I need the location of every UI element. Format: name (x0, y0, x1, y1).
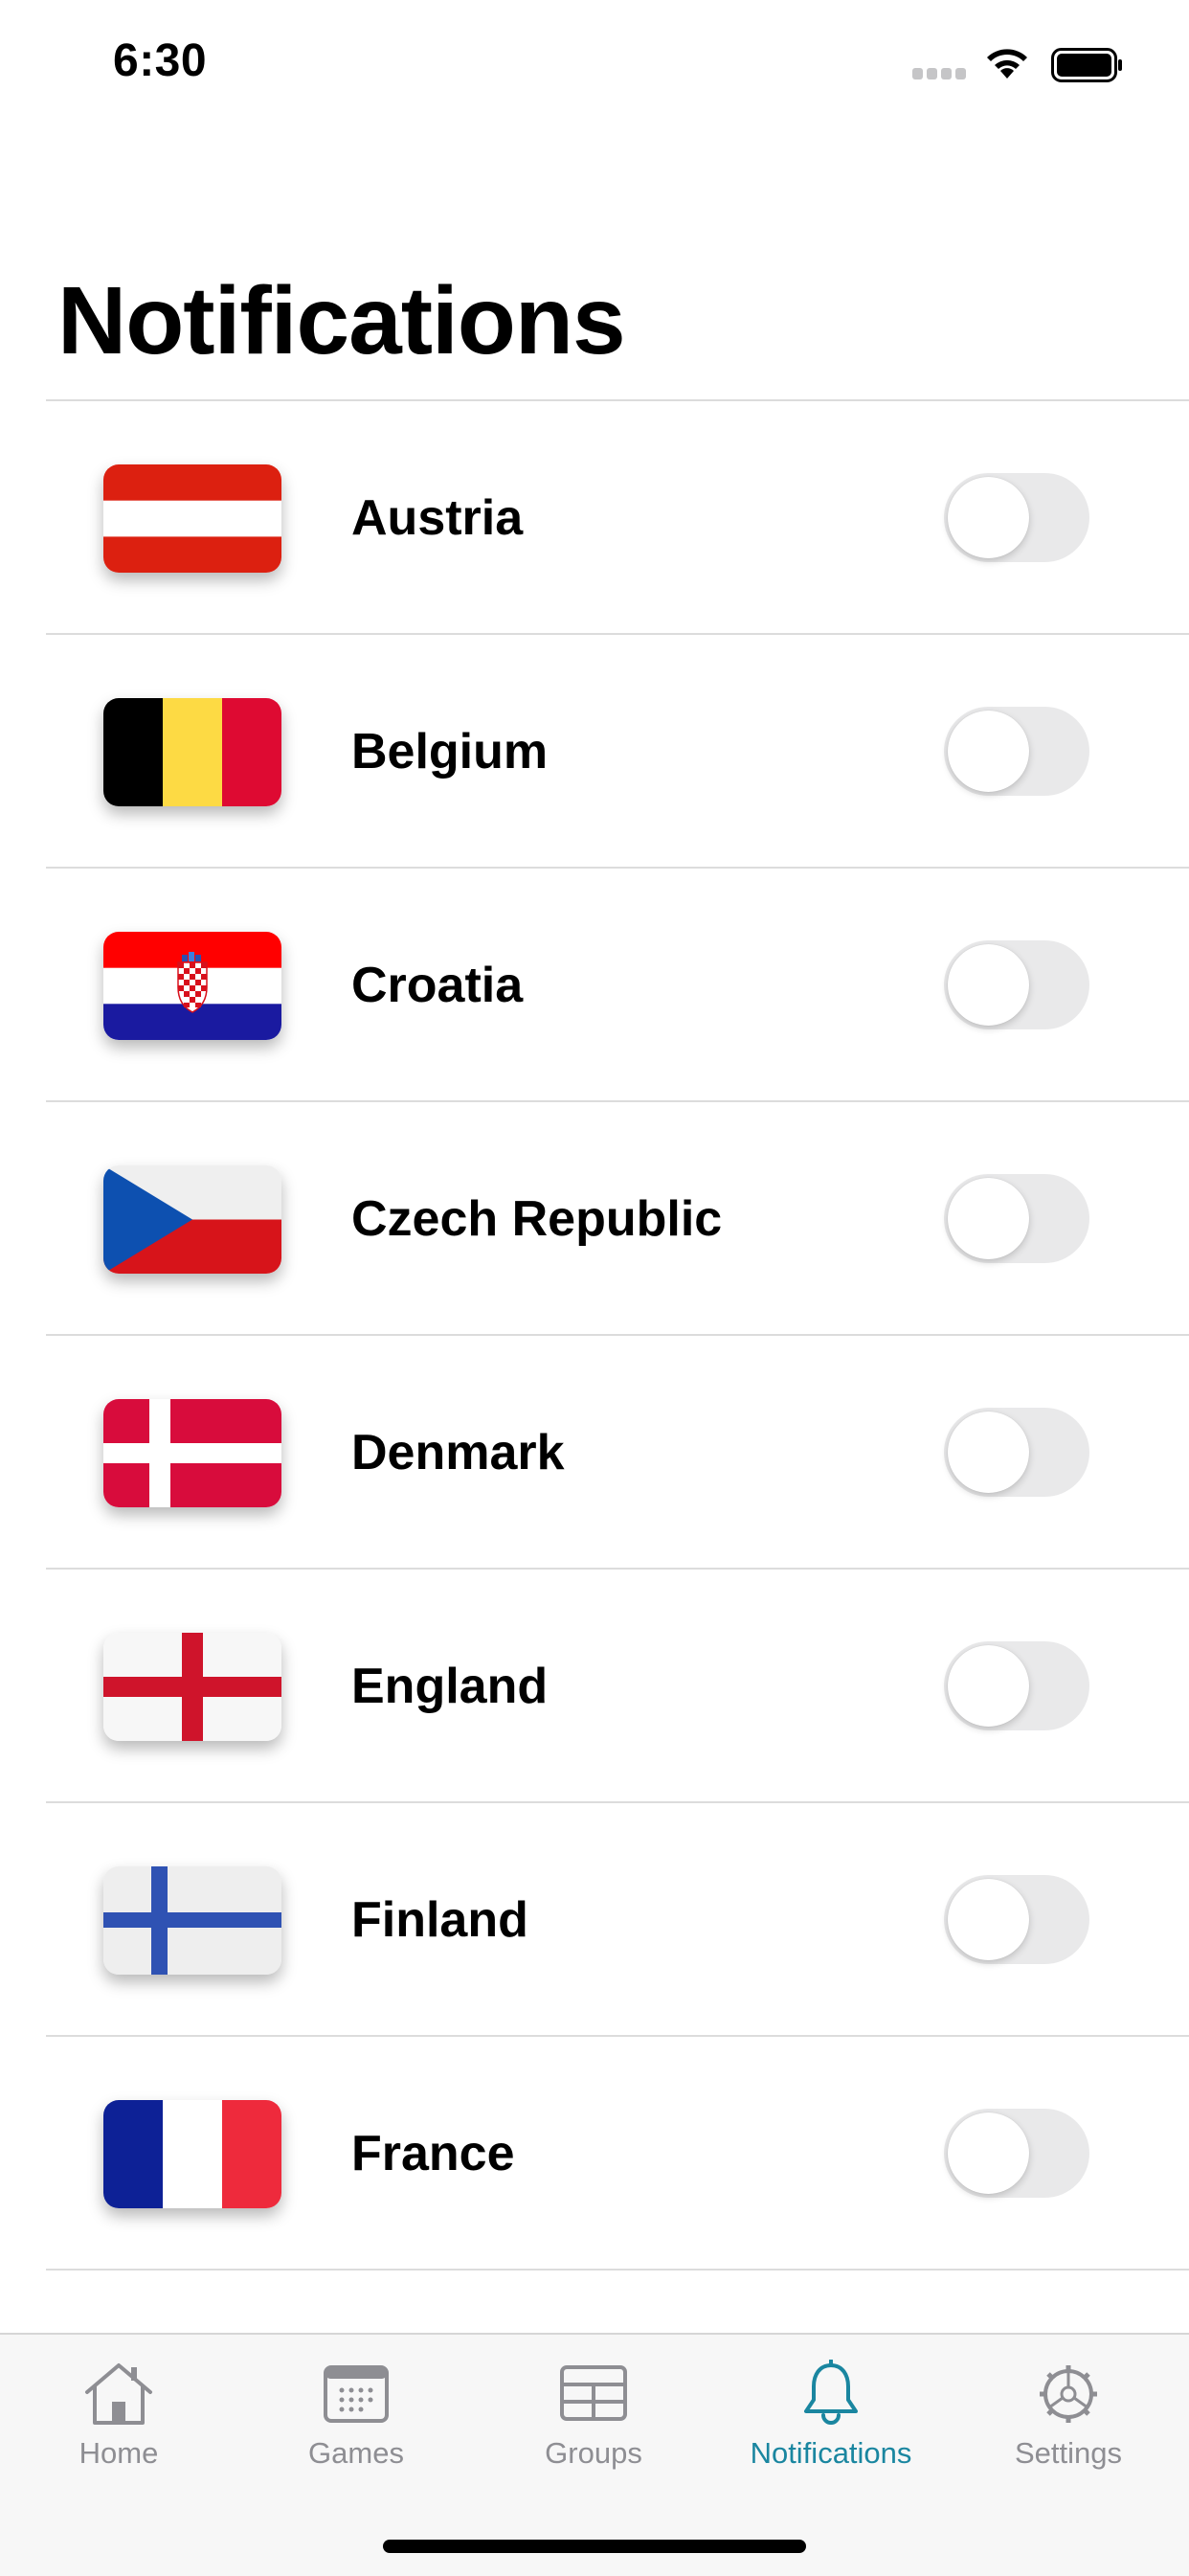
country-name: Austria (351, 490, 524, 546)
home-indicator (383, 2540, 806, 2553)
status-time: 6:30 (113, 35, 208, 86)
country-name: France (351, 2126, 515, 2181)
cellular-signal-icon (912, 68, 968, 79)
tab-label: Games (308, 2436, 404, 2470)
tab-settings[interactable]: Settings (950, 2335, 1187, 2478)
croatia-flag-icon (103, 932, 281, 1040)
toggle-knob (948, 1645, 1029, 1727)
finland-flag-icon (103, 1866, 281, 1975)
country-name: Finland (351, 1892, 528, 1948)
notification-toggle-england[interactable] (944, 1641, 1089, 1730)
country-name: Czech Republic (351, 1191, 723, 1247)
toggle-knob (948, 1178, 1029, 1259)
toggle-knob (948, 1879, 1029, 1960)
bell-icon (804, 2360, 858, 2425)
toggle-knob (948, 944, 1029, 1026)
austria-flag-icon (103, 464, 281, 573)
country-name: England (351, 1659, 549, 1714)
country-row-england: England (0, 1570, 1189, 1803)
country-row-czech-republic: Czech Republic (0, 1102, 1189, 1336)
calendar-icon (324, 2365, 389, 2423)
toggle-knob (948, 1412, 1029, 1493)
france-flag-icon (103, 2100, 281, 2208)
country-row-finland: Finland (0, 1803, 1189, 2037)
notification-toggle-belgium[interactable] (944, 707, 1089, 796)
tab-label: Home (79, 2436, 159, 2470)
tab-label: Groups (545, 2436, 642, 2470)
tab-label: Notifications (750, 2436, 912, 2470)
country-name: Belgium (351, 724, 549, 780)
tab-label: Settings (1014, 2436, 1122, 2470)
tab-home[interactable]: Home (0, 2335, 237, 2478)
tab-groups[interactable]: Groups (475, 2335, 712, 2478)
country-row-austria: Austria (0, 401, 1189, 635)
country-row-france: France (0, 2037, 1189, 2271)
wifi-icon (987, 49, 1027, 79)
country-row-croatia: Croatia (0, 869, 1189, 1102)
toggle-knob (948, 477, 1029, 558)
tab-notifications[interactable]: Notifications (712, 2335, 950, 2478)
notification-toggle-czech-republic[interactable] (944, 1174, 1089, 1263)
tab-games[interactable]: Games (237, 2335, 475, 2478)
notification-toggle-austria[interactable] (944, 473, 1089, 562)
country-row-denmark: Denmark (0, 1336, 1189, 1570)
page-title: Notifications (57, 267, 626, 374)
czech-republic-flag-icon (103, 1165, 281, 1274)
toggle-knob (948, 2113, 1029, 2194)
belgium-flag-icon (103, 698, 281, 806)
country-name: Denmark (351, 1425, 565, 1480)
notification-toggle-finland[interactable] (944, 1875, 1089, 1964)
table-icon (560, 2365, 627, 2421)
country-row-belgium: Belgium (0, 635, 1189, 869)
notification-toggle-croatia[interactable] (944, 940, 1089, 1029)
status-bar: 6:30 (0, 0, 1189, 129)
denmark-flag-icon (103, 1399, 281, 1507)
notification-toggle-denmark[interactable] (944, 1408, 1089, 1497)
country-name: Croatia (351, 958, 524, 1013)
england-flag-icon (103, 1633, 281, 1741)
gear-icon (1040, 2365, 1097, 2423)
battery-icon (1051, 48, 1122, 82)
country-list: Austria Belgium Croatia Czech Republic D… (0, 401, 1189, 2271)
house-icon (85, 2363, 152, 2425)
toggle-knob (948, 711, 1029, 792)
notification-toggle-france[interactable] (944, 2109, 1089, 2198)
